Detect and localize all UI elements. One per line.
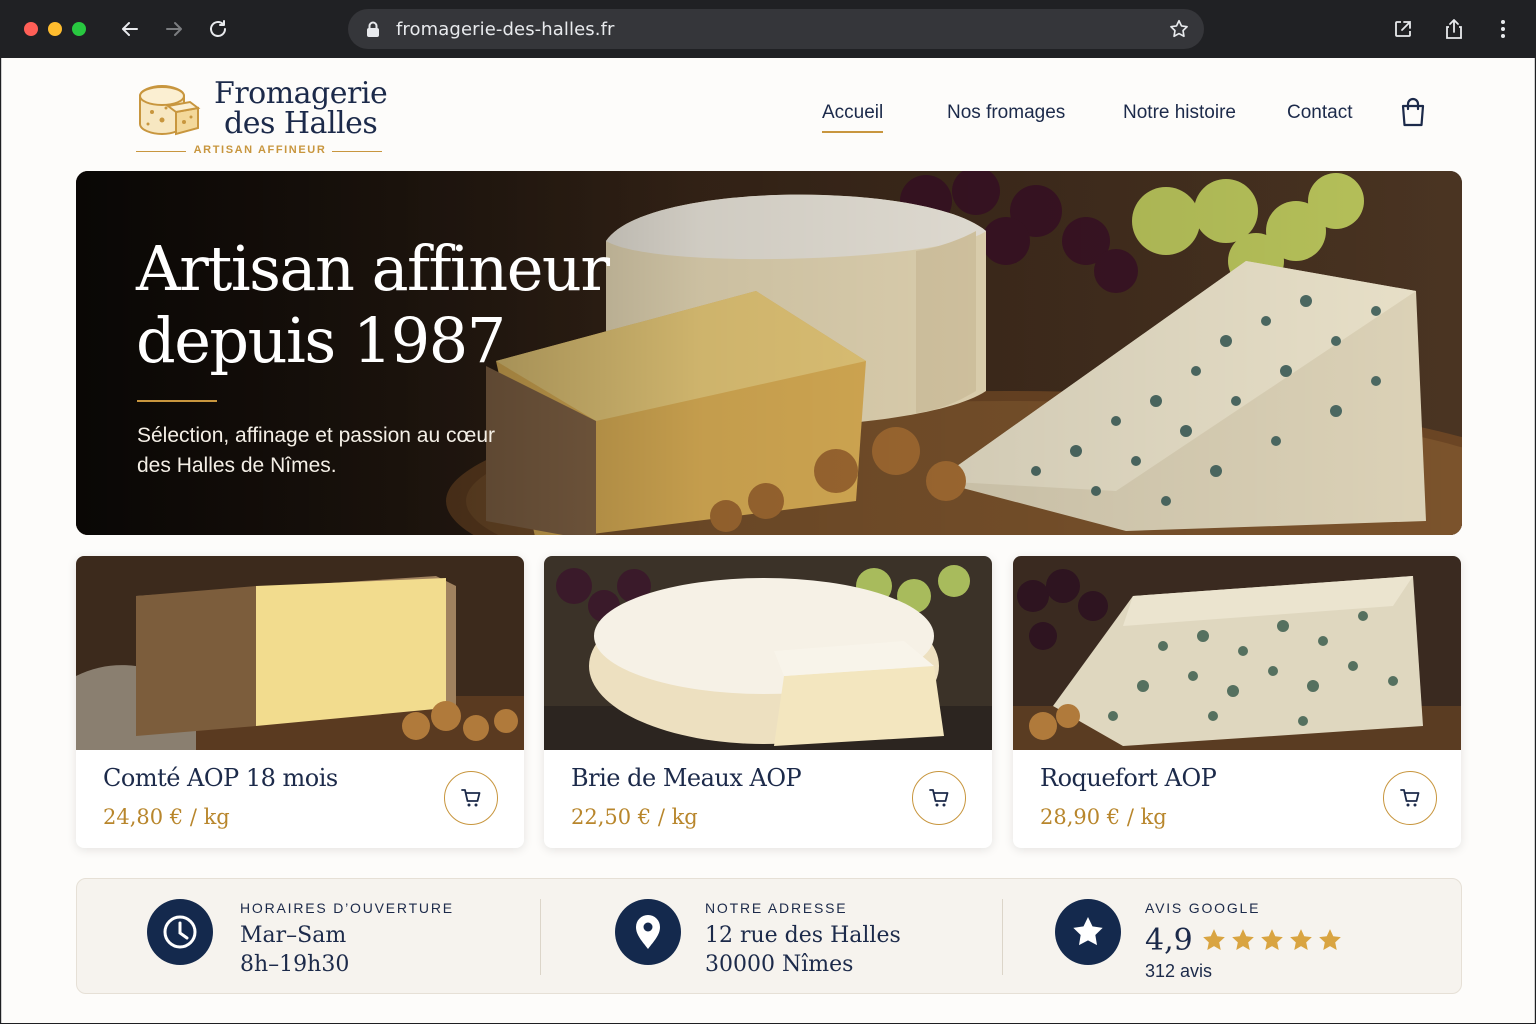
maximize-window-button[interactable]: [72, 22, 86, 36]
product-price: 22,50 € / kg: [571, 805, 698, 829]
address-bar[interactable]: fromagerie-des-halles.fr: [348, 9, 1204, 49]
star-icon: [1290, 929, 1312, 950]
store-info-band: HORAIRES D’OUVERTURE Mar–Sam 8h–19h30 NO…: [76, 878, 1462, 994]
location-pin-icon: [636, 915, 660, 949]
info-divider: [1002, 899, 1003, 975]
share-button[interactable]: [1439, 14, 1469, 44]
site-logo[interactable]: Fromagerie des Halles ARTISAN AFFINEUR: [136, 78, 388, 160]
close-window-button[interactable]: [24, 22, 38, 36]
more-menu-button[interactable]: [1488, 14, 1518, 44]
product-name[interactable]: Brie de Meaux AOP: [571, 764, 802, 792]
url-text[interactable]: fromagerie-des-halles.fr: [396, 19, 615, 40]
product-card-comte[interactable]: Comté AOP 18 mois 24,80 € / kg: [76, 556, 524, 848]
product-price: 28,90 € / kg: [1040, 805, 1167, 829]
more-menu-icon: [1501, 20, 1505, 38]
product-card-brie[interactable]: Brie de Meaux AOP 22,50 € / kg: [544, 556, 992, 848]
open-external-icon: [1395, 21, 1411, 37]
logo-tagline: ARTISAN AFFINEUR: [193, 144, 327, 156]
hours-days: Mar–Sam: [240, 923, 347, 948]
cart-icon: [929, 789, 949, 807]
shopping-bag-icon[interactable]: [1398, 96, 1428, 128]
star-icon: [1261, 929, 1283, 950]
address-label: NOTRE ADRESSE: [705, 900, 848, 916]
comte-image: [76, 556, 524, 750]
reviews-badge: [1055, 899, 1121, 965]
nav-link-contact[interactable]: Contact: [1287, 102, 1352, 124]
forward-button[interactable]: [159, 14, 189, 44]
nav-link-accueil[interactable]: Accueil: [822, 102, 884, 133]
add-to-cart-button[interactable]: [912, 771, 966, 825]
cart-icon: [1400, 789, 1420, 807]
hours-label: HORAIRES D’OUVERTURE: [240, 900, 454, 916]
star-icon: [1203, 929, 1225, 950]
web-page: Fromagerie des Halles ARTISAN AFFINEUR A…: [1, 58, 1535, 1023]
minimize-window-button[interactable]: [48, 22, 62, 36]
address-street[interactable]: 12 rue des Halles: [705, 921, 901, 950]
address-badge: [615, 899, 681, 965]
forward-arrow-icon: [166, 22, 182, 36]
lock-icon: [367, 21, 379, 37]
info-divider: [540, 899, 541, 975]
rating-value: 4,9: [1145, 923, 1193, 958]
bookmark-star-icon[interactable]: [1168, 18, 1190, 40]
rating-stars: [1201, 927, 1343, 953]
hero-banner: Artisan affineur depuis 1987 Sélection, …: [76, 171, 1462, 535]
star-icon: [1232, 929, 1254, 950]
back-arrow-icon: [122, 22, 138, 36]
logo-rule-right: [332, 151, 382, 152]
reload-icon: [210, 20, 226, 37]
logo-name-line2: des Halles: [224, 106, 378, 141]
cart-icon: [461, 789, 481, 807]
review-count[interactable]: 312 avis: [1145, 961, 1212, 982]
hero-subtitle: Sélection, affinage et passion au cœur d…: [137, 424, 495, 477]
clock-icon: [163, 915, 197, 949]
star-icon: [1073, 917, 1103, 946]
reload-button[interactable]: [203, 14, 233, 44]
hours-badge: [147, 899, 213, 965]
address-city[interactable]: 30000 Nîmes: [705, 950, 853, 979]
nav-link-nos-fromages[interactable]: Nos fromages: [947, 102, 1065, 124]
cheese-logo-icon: [139, 84, 201, 136]
brie-image: [544, 556, 992, 750]
add-to-cart-button[interactable]: [444, 771, 498, 825]
star-icon: [1319, 929, 1341, 950]
add-to-cart-button[interactable]: [1383, 771, 1437, 825]
hero-title: Artisan affineur depuis 1987: [136, 232, 610, 377]
share-icon: [1446, 19, 1462, 39]
hours-time: 8h–19h30: [240, 952, 350, 977]
roquefort-image: [1013, 556, 1461, 750]
product-price: 24,80 € / kg: [103, 805, 230, 829]
open-external-button[interactable]: [1388, 14, 1418, 44]
nav-link-notre-histoire[interactable]: Notre histoire: [1123, 102, 1236, 124]
product-card-roquefort[interactable]: Roquefort AOP 28,90 € / kg: [1013, 556, 1461, 848]
browser-chrome: fromagerie-des-halles.fr: [0, 0, 1536, 58]
product-name[interactable]: Roquefort AOP: [1040, 764, 1217, 792]
reviews-label: AVIS GOOGLE: [1145, 900, 1261, 916]
back-button[interactable]: [115, 14, 145, 44]
hero-accent-line: [137, 400, 217, 402]
product-name[interactable]: Comté AOP 18 mois: [103, 764, 338, 792]
